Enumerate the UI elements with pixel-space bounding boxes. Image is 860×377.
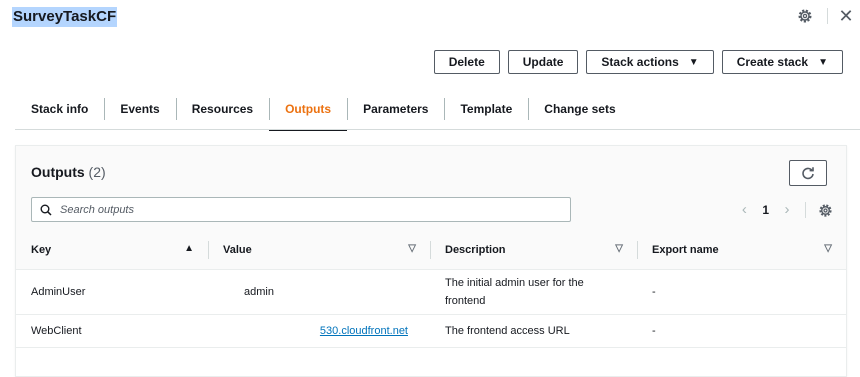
pagination: ‹ 1 › [736,202,833,218]
stack-actions-toolbar: Delete Update Stack actions ▼ Create stac… [433,50,843,74]
outputs-panel: Outputs (2) ‹ 1 › [15,145,847,377]
search-outputs-input[interactable] [58,202,542,217]
top-icons: ✕ [797,7,854,25]
tab-change-sets[interactable]: Change sets [528,95,631,131]
cell-description: The frontend access URL [430,314,637,348]
outputs-table: Key ▲ Value ▽ Description ▽ Export name ▽ Ad… [16,231,846,348]
outputs-title-text: Outputs [31,164,85,180]
create-stack-dropdown[interactable]: Create stack ▼ [721,50,843,74]
sort-icon[interactable]: ▽ [824,243,832,254]
tab-outputs[interactable]: Outputs [269,95,348,131]
sort-icon[interactable]: ▽ [615,243,623,254]
divider [805,202,806,218]
column-label: Export name [652,244,719,256]
cell-export-name: - [637,314,846,348]
outputs-count: (2) [88,164,106,180]
column-header-key[interactable]: Key ▲ [16,231,208,270]
web-client-url-link[interactable]: 530.cloudfront.net [320,325,408,337]
tab-resources[interactable]: Resources [175,95,269,131]
close-icon[interactable]: ✕ [838,7,854,25]
table-header-row: Key ▲ Value ▽ Description ▽ Export name ▽ [16,231,846,270]
table-row: AdminUser admin The initial admin user f… [16,269,846,315]
update-label: Update [522,55,564,69]
stack-title: SurveyTaskCF [12,7,118,27]
column-label: Description [445,244,506,256]
cell-description: The initial admin user for the frontend [430,269,637,315]
caret-down-icon: ▼ [818,56,828,68]
stack-tabs: Stack info Events Resources Outputs Para… [15,95,860,131]
delete-button[interactable]: Delete [433,50,500,74]
outputs-panel-header: Outputs (2) ‹ 1 › [16,146,846,231]
search-icon [40,204,52,216]
cell-export-name: - [637,269,846,315]
current-page[interactable]: 1 [762,203,769,217]
cell-value: admin [208,269,430,315]
cell-value: 530.cloudfront.net [208,314,430,348]
refresh-icon [802,167,814,180]
cell-key: AdminUser [16,269,208,315]
refresh-button[interactable] [789,160,827,186]
column-header-export-name[interactable]: Export name ▽ [637,231,846,270]
gear-icon[interactable] [818,203,833,218]
sort-ascending-icon[interactable]: ▲ [184,243,194,254]
tab-stack-info[interactable]: Stack info [15,95,104,131]
outputs-title: Outputs (2) [31,164,106,180]
column-label: Value [223,244,252,256]
previous-page-icon[interactable]: ‹ [736,202,752,218]
gear-icon[interactable] [797,8,813,24]
delete-label: Delete [448,55,485,69]
tabs-divider [15,129,860,130]
column-label: Key [31,244,52,256]
column-header-value[interactable]: Value ▽ [208,231,430,270]
create-stack-label: Create stack [736,55,809,69]
table-row: WebClient 530.cloudfront.net The fronten… [16,314,846,348]
search-field[interactable] [31,197,571,222]
cell-key: WebClient [16,314,208,348]
next-page-icon[interactable]: › [779,202,795,218]
stack-actions-label: Stack actions [601,55,679,69]
divider [827,8,828,24]
update-button[interactable]: Update [507,50,579,74]
stack-actions-dropdown[interactable]: Stack actions ▼ [586,50,714,74]
column-header-description[interactable]: Description ▽ [430,231,637,270]
tab-events[interactable]: Events [104,95,175,131]
sort-icon[interactable]: ▽ [408,243,416,254]
tab-template[interactable]: Template [444,95,528,131]
caret-down-icon: ▼ [688,56,699,68]
tab-parameters[interactable]: Parameters [347,95,444,131]
